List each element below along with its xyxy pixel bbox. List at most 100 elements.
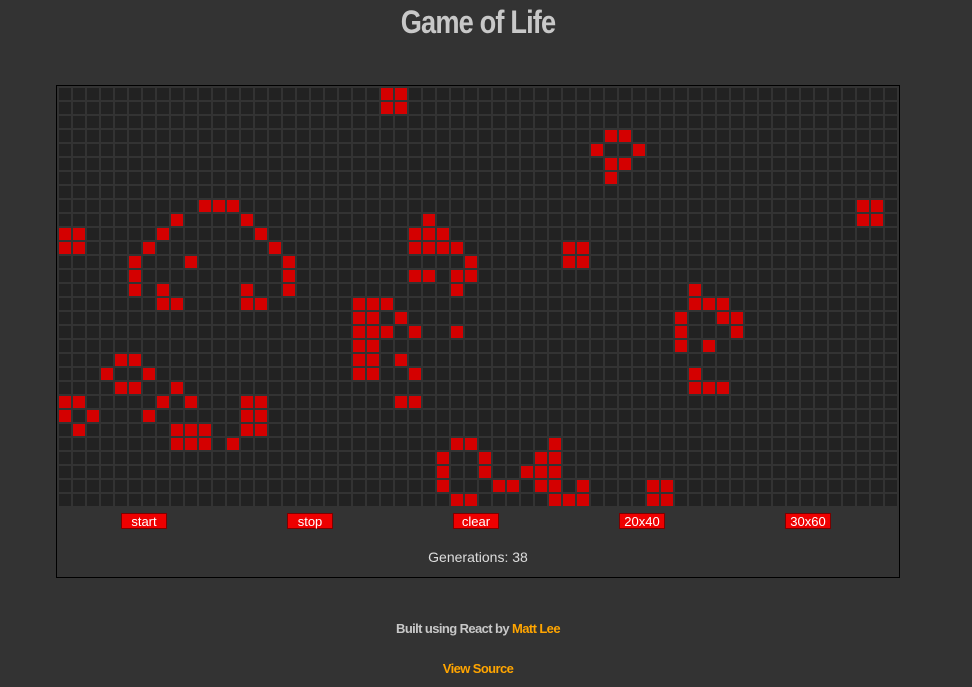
- dead-cell[interactable]: [605, 214, 617, 226]
- dead-cell[interactable]: [675, 88, 687, 100]
- dead-cell[interactable]: [675, 452, 687, 464]
- dead-cell[interactable]: [815, 172, 827, 184]
- dead-cell[interactable]: [563, 214, 575, 226]
- dead-cell[interactable]: [353, 172, 365, 184]
- dead-cell[interactable]: [115, 410, 127, 422]
- dead-cell[interactable]: [619, 312, 631, 324]
- dead-cell[interactable]: [493, 438, 505, 450]
- dead-cell[interactable]: [101, 396, 113, 408]
- dead-cell[interactable]: [759, 466, 771, 478]
- dead-cell[interactable]: [549, 424, 561, 436]
- dead-cell[interactable]: [577, 368, 589, 380]
- game-board[interactable]: [58, 87, 898, 507]
- dead-cell[interactable]: [745, 130, 757, 142]
- dead-cell[interactable]: [745, 242, 757, 254]
- dead-cell[interactable]: [59, 312, 71, 324]
- dead-cell[interactable]: [87, 144, 99, 156]
- dead-cell[interactable]: [185, 186, 197, 198]
- dead-cell[interactable]: [773, 452, 785, 464]
- dead-cell[interactable]: [283, 116, 295, 128]
- dead-cell[interactable]: [885, 410, 897, 422]
- dead-cell[interactable]: [325, 396, 337, 408]
- dead-cell[interactable]: [675, 186, 687, 198]
- dead-cell[interactable]: [493, 130, 505, 142]
- dead-cell[interactable]: [339, 214, 351, 226]
- dead-cell[interactable]: [675, 284, 687, 296]
- dead-cell[interactable]: [843, 214, 855, 226]
- dead-cell[interactable]: [423, 354, 435, 366]
- live-cell[interactable]: [367, 312, 379, 324]
- live-cell[interactable]: [605, 172, 617, 184]
- dead-cell[interactable]: [367, 494, 379, 506]
- dead-cell[interactable]: [675, 466, 687, 478]
- dead-cell[interactable]: [255, 158, 267, 170]
- dead-cell[interactable]: [507, 256, 519, 268]
- dead-cell[interactable]: [157, 382, 169, 394]
- dead-cell[interactable]: [87, 326, 99, 338]
- dead-cell[interactable]: [185, 410, 197, 422]
- dead-cell[interactable]: [101, 256, 113, 268]
- dead-cell[interactable]: [633, 88, 645, 100]
- dead-cell[interactable]: [437, 214, 449, 226]
- dead-cell[interactable]: [101, 172, 113, 184]
- dead-cell[interactable]: [717, 368, 729, 380]
- dead-cell[interactable]: [787, 256, 799, 268]
- dead-cell[interactable]: [451, 424, 463, 436]
- dead-cell[interactable]: [773, 354, 785, 366]
- dead-cell[interactable]: [451, 200, 463, 212]
- dead-cell[interactable]: [745, 284, 757, 296]
- dead-cell[interactable]: [115, 242, 127, 254]
- dead-cell[interactable]: [269, 214, 281, 226]
- dead-cell[interactable]: [591, 466, 603, 478]
- dead-cell[interactable]: [423, 116, 435, 128]
- dead-cell[interactable]: [87, 116, 99, 128]
- dead-cell[interactable]: [689, 270, 701, 282]
- dead-cell[interactable]: [59, 214, 71, 226]
- dead-cell[interactable]: [731, 200, 743, 212]
- dead-cell[interactable]: [255, 242, 267, 254]
- dead-cell[interactable]: [605, 354, 617, 366]
- dead-cell[interactable]: [591, 88, 603, 100]
- dead-cell[interactable]: [199, 186, 211, 198]
- dead-cell[interactable]: [801, 130, 813, 142]
- live-cell[interactable]: [171, 214, 183, 226]
- dead-cell[interactable]: [143, 130, 155, 142]
- dead-cell[interactable]: [255, 438, 267, 450]
- dead-cell[interactable]: [871, 130, 883, 142]
- dead-cell[interactable]: [115, 214, 127, 226]
- dead-cell[interactable]: [535, 88, 547, 100]
- dead-cell[interactable]: [563, 326, 575, 338]
- dead-cell[interactable]: [423, 410, 435, 422]
- dead-cell[interactable]: [857, 130, 869, 142]
- dead-cell[interactable]: [815, 312, 827, 324]
- dead-cell[interactable]: [325, 130, 337, 142]
- dead-cell[interactable]: [381, 424, 393, 436]
- dead-cell[interactable]: [661, 172, 673, 184]
- dead-cell[interactable]: [815, 116, 827, 128]
- dead-cell[interactable]: [129, 326, 141, 338]
- dead-cell[interactable]: [87, 382, 99, 394]
- dead-cell[interactable]: [185, 340, 197, 352]
- dead-cell[interactable]: [829, 158, 841, 170]
- dead-cell[interactable]: [493, 228, 505, 240]
- dead-cell[interactable]: [129, 438, 141, 450]
- dead-cell[interactable]: [801, 88, 813, 100]
- dead-cell[interactable]: [521, 396, 533, 408]
- dead-cell[interactable]: [731, 116, 743, 128]
- dead-cell[interactable]: [269, 172, 281, 184]
- dead-cell[interactable]: [87, 158, 99, 170]
- dead-cell[interactable]: [423, 256, 435, 268]
- dead-cell[interactable]: [171, 242, 183, 254]
- dead-cell[interactable]: [381, 242, 393, 254]
- dead-cell[interactable]: [549, 410, 561, 422]
- live-cell[interactable]: [171, 438, 183, 450]
- dead-cell[interactable]: [395, 452, 407, 464]
- dead-cell[interactable]: [339, 130, 351, 142]
- dead-cell[interactable]: [871, 284, 883, 296]
- live-cell[interactable]: [171, 424, 183, 436]
- dead-cell[interactable]: [395, 424, 407, 436]
- dead-cell[interactable]: [269, 354, 281, 366]
- dead-cell[interactable]: [605, 200, 617, 212]
- dead-cell[interactable]: [731, 410, 743, 422]
- dead-cell[interactable]: [269, 144, 281, 156]
